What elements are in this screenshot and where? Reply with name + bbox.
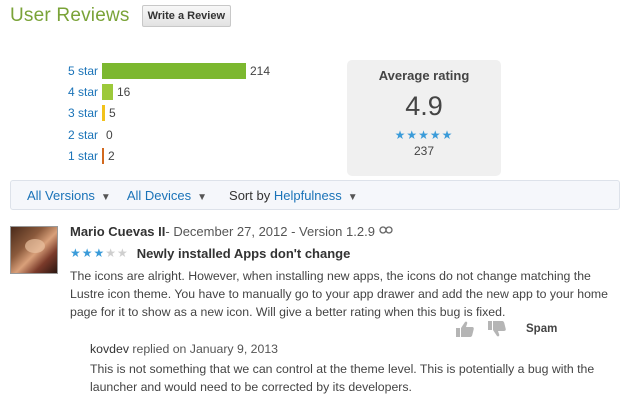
histogram-row-4[interactable]: 4 star 16	[60, 83, 340, 101]
review-title: Newly installed Apps don't change	[136, 245, 351, 261]
write-review-button[interactable]: Write a Review	[141, 5, 232, 27]
histogram-label[interactable]: 1 star	[60, 149, 102, 163]
filter-bar: All Versions ▼ All Devices ▼ Sort by Helpf…	[10, 180, 620, 210]
reply-date: replied on January 9, 2013	[128, 342, 279, 356]
reply-author[interactable]: kovdev	[90, 342, 129, 356]
review-text: The icons are alright. However, when ins…	[70, 269, 609, 319]
spam-button[interactable]: Spam	[526, 323, 557, 335]
rating-count: 237	[413, 144, 435, 158]
histogram-bar	[102, 84, 113, 100]
sort-dropdown[interactable]: Sort by Helpfulness ▼	[229, 188, 358, 203]
caret-down-icon: ▼	[347, 191, 358, 203]
versions-dropdown[interactable]: All Versions ▼	[27, 188, 111, 203]
reply-text: This is not something that we can contro…	[90, 362, 595, 394]
histogram-count: 214	[250, 64, 271, 78]
sort-value: Helpfulness	[273, 187, 342, 203]
reviews-header: User Reviews Write a Review	[10, 4, 232, 28]
review-author[interactable]: Mario Cuevas II	[70, 224, 165, 239]
histogram-bar	[102, 148, 104, 164]
thumbs-up-icon[interactable]	[454, 320, 476, 338]
sort-prefix: Sort by	[229, 187, 271, 203]
histogram-label[interactable]: 5 star	[60, 64, 102, 78]
average-rating-value: 4.9	[405, 91, 443, 121]
review-date-version: - December 27, 2012 - Version 1.2.9	[165, 223, 375, 239]
caret-down-icon: ▼	[100, 191, 111, 203]
histogram-count: 16	[117, 85, 131, 99]
histogram-count: 5	[109, 106, 116, 120]
devices-dropdown[interactable]: All Devices ▼	[127, 188, 207, 203]
reply-meta: kovdev replied on January 9, 2013	[90, 342, 610, 360]
review-meta: Mario Cuevas II - December 27, 2012 - Ve…	[70, 222, 610, 240]
caret-down-icon: ▼	[197, 191, 208, 203]
developer-reply: kovdev replied on January 9, 2013 This i…	[90, 342, 610, 396]
histogram-row-3[interactable]: 3 star 5	[60, 104, 340, 122]
versions-label: All Versions	[27, 187, 95, 203]
review-stars-icon: ★★★★★	[70, 246, 129, 260]
review-title-row: ★★★★★ Newly installed Apps don't change	[70, 245, 610, 261]
histogram-row-5[interactable]: 5 star 214	[60, 62, 340, 80]
avatar[interactable]	[10, 226, 58, 274]
histogram-label[interactable]: 4 star	[60, 85, 102, 99]
histogram-bar	[102, 105, 105, 121]
average-rating-title: Average rating	[378, 68, 470, 83]
devices-label: All Devices	[126, 187, 192, 203]
histogram-count: 0	[106, 128, 113, 142]
link-icon[interactable]	[379, 225, 393, 237]
histogram-count: 2	[108, 149, 115, 163]
histogram-label[interactable]: 3 star	[60, 106, 102, 120]
histogram-row-1[interactable]: 1 star 2	[60, 147, 340, 165]
thumbs-down-icon[interactable]	[486, 320, 508, 338]
average-stars-icon: ★★★★★	[394, 128, 454, 142]
histogram-row-2[interactable]: 2 star 0	[60, 126, 340, 144]
page-title: User Reviews	[10, 5, 130, 26]
review-actions: Spam	[454, 318, 604, 340]
histogram-bar	[102, 63, 246, 79]
average-rating-box: Average rating 4.9 ★★★★★ 237	[347, 60, 501, 176]
histogram-label[interactable]: 2 star	[60, 128, 102, 142]
